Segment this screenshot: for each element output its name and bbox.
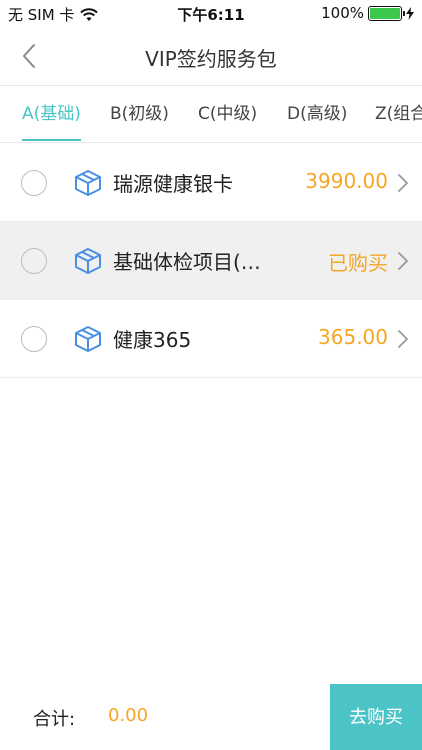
chevron-right-icon [398,330,408,348]
package-list: 瑞源健康银卡 3990.00 基础体检项目(… 已购买 健康365 365.00 [0,144,422,378]
tab-label: B(初级) [110,104,169,124]
package-box-icon [75,170,101,196]
tab-label: D(高级) [287,104,348,124]
package-box-icon [75,326,101,352]
buy-button[interactable]: 去购买 [330,684,422,750]
tab-label: C(中级) [198,104,258,124]
package-name: 瑞源健康银卡 [113,172,233,196]
tab-label: A(基础) [22,104,81,124]
battery-icon [368,5,405,21]
list-item[interactable]: 健康365 365.00 [0,300,422,378]
chevron-right-icon [398,174,408,192]
select-radio[interactable] [21,326,47,352]
status-bar: 无 SIM 卡 下午6:11 100% [0,0,422,28]
checkout-footer: 合计: 0.00 去购买 [0,684,422,750]
package-name: 健康365 [113,328,192,352]
purchased-badge: 已购买 [328,251,388,275]
charging-icon [406,6,414,20]
package-box-icon [75,248,101,274]
package-price: 365.00 [318,325,388,349]
total-label: 合计: [33,709,76,730]
list-item[interactable]: 基础体检项目(… 已购买 [0,222,422,300]
total-value: 0.00 [108,705,149,726]
package-price: 3990.00 [305,169,388,193]
status-right: 100% [321,4,414,22]
package-name: 基础体检项目(… [113,250,261,274]
tab-z-combo[interactable]: Z(组合 [375,87,422,142]
tab-label: Z(组合 [375,104,422,124]
select-radio[interactable] [21,248,47,274]
tab-b-beginner[interactable]: B(初级) [110,87,169,142]
list-item[interactable]: 瑞源健康银卡 3990.00 [0,144,422,222]
tab-c-intermediate[interactable]: C(中级) [198,87,258,142]
tab-active-indicator [22,139,81,141]
page-title: VIP签约服务包 [145,47,277,71]
chevron-right-icon [398,252,408,270]
nav-bar: VIP签约服务包 [0,28,422,86]
battery-percent: 100% [321,4,364,22]
select-radio[interactable] [21,170,47,196]
tab-d-advanced[interactable]: D(高级) [287,87,348,142]
tab-a-basic[interactable]: A(基础) [22,87,81,142]
category-tabs: A(基础) B(初级) C(中级) D(高级) Z(组合 [0,87,422,143]
